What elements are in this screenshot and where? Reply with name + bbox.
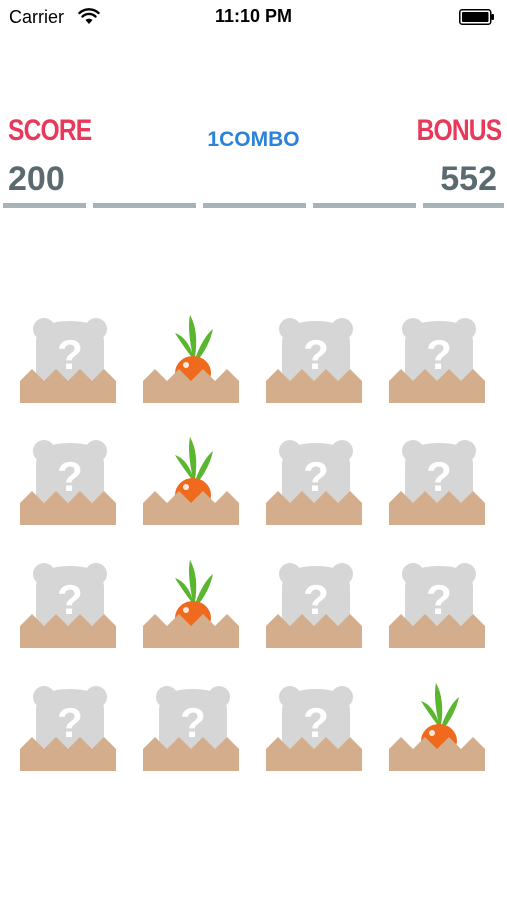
mystery-mole-icon: ? xyxy=(20,686,116,771)
mystery-hole[interactable]: ? xyxy=(266,429,366,525)
mystery-mole-icon: ? xyxy=(266,440,362,525)
mystery-hole[interactable]: ? xyxy=(266,552,366,648)
carrot-hole[interactable] xyxy=(143,552,243,648)
mystery-hole[interactable]: ? xyxy=(20,429,120,525)
mystery-hole[interactable]: ? xyxy=(20,307,120,403)
carrot-icon xyxy=(389,683,485,771)
carrot-icon xyxy=(143,560,239,648)
mystery-mole-icon: ? xyxy=(389,440,485,525)
mystery-mole-icon: ? xyxy=(20,440,116,525)
mystery-mole-icon: ? xyxy=(20,563,116,648)
carrot-icon xyxy=(143,437,239,525)
mystery-hole[interactable]: ? xyxy=(389,552,489,648)
carrot-hole[interactable] xyxy=(389,675,489,771)
mystery-mole-icon: ? xyxy=(143,686,239,771)
mystery-hole[interactable]: ? xyxy=(389,307,489,403)
mystery-hole[interactable]: ? xyxy=(266,307,366,403)
mystery-hole[interactable]: ? xyxy=(266,675,366,771)
carrot-hole[interactable] xyxy=(143,307,243,403)
mystery-hole[interactable]: ? xyxy=(389,429,489,525)
mystery-mole-icon: ? xyxy=(266,686,362,771)
mystery-mole-icon: ? xyxy=(389,318,485,403)
mystery-mole-icon: ? xyxy=(266,563,362,648)
mystery-hole[interactable]: ? xyxy=(143,675,243,771)
mystery-mole-icon: ? xyxy=(266,318,362,403)
mystery-hole[interactable]: ? xyxy=(20,552,120,648)
mystery-mole-icon: ? xyxy=(20,318,116,403)
carrot-hole[interactable] xyxy=(143,429,243,525)
mystery-mole-icon: ? xyxy=(389,563,485,648)
carrot-icon xyxy=(143,315,239,403)
game-board: ? ? ? ? ? ? ? ? ? ? ? ? xyxy=(0,0,507,900)
mystery-hole[interactable]: ? xyxy=(20,675,120,771)
